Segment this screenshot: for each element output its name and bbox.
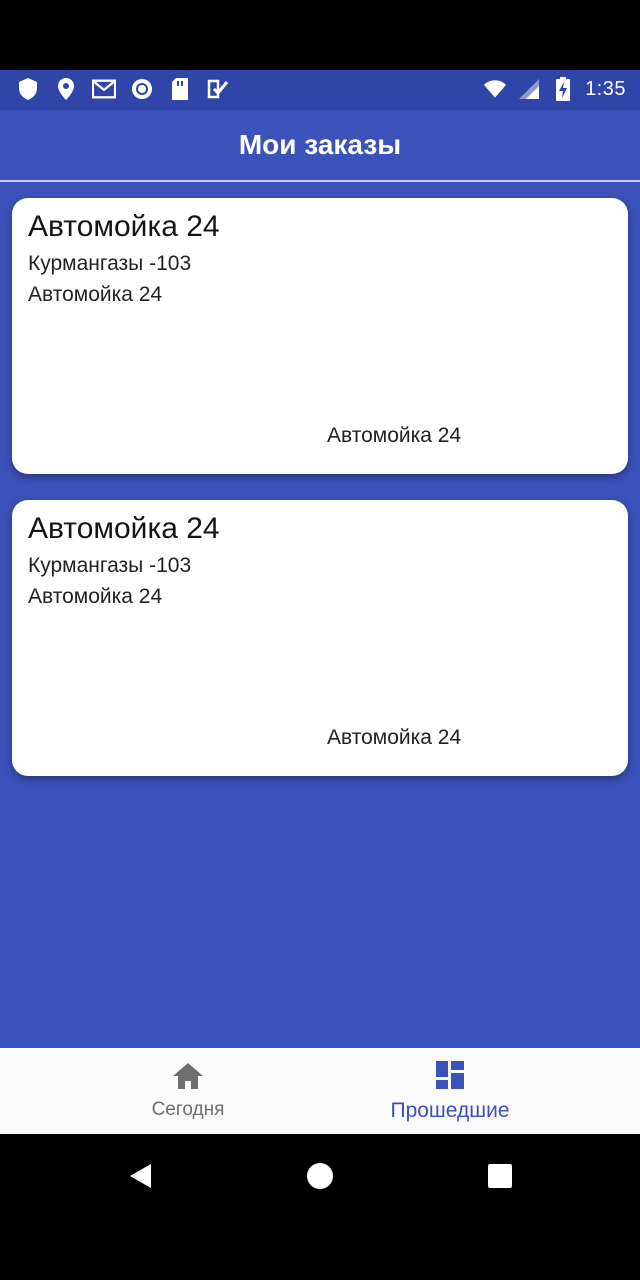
status-time: 1:35 bbox=[585, 77, 626, 100]
circle-app-icon bbox=[130, 77, 154, 101]
nav-tab-today-label: Сегодня bbox=[151, 1098, 225, 1120]
order-address: Курмангазы -103 bbox=[28, 252, 192, 275]
order-footer: Автомойка 24 bbox=[327, 424, 462, 447]
order-footer: Автомойка 24 bbox=[327, 726, 462, 749]
order-address: Курмангазы -103 bbox=[28, 554, 192, 577]
orders-list: Автомойка 24 Курмангазы -103 Автомойка 2… bbox=[0, 182, 640, 1048]
back-icon[interactable] bbox=[120, 1156, 160, 1196]
order-title: Автомойка 24 bbox=[28, 210, 220, 243]
bottom-navigation: Сегодня Прошедшие bbox=[0, 1048, 640, 1134]
status-right-icons: 1:35 bbox=[483, 77, 626, 101]
nav-tab-today[interactable]: Сегодня bbox=[58, 1048, 318, 1134]
order-title: Автомойка 24 bbox=[28, 512, 220, 545]
order-card[interactable]: Автомойка 24 Курмангазы -103 Автомойка 2… bbox=[12, 500, 628, 776]
home-circle-icon[interactable] bbox=[300, 1156, 340, 1196]
order-subtitle: Автомойка 24 bbox=[28, 585, 163, 608]
sd-card-icon bbox=[168, 77, 192, 101]
dashboard-icon bbox=[435, 1060, 465, 1095]
nav-tab-past-label: Прошедшие bbox=[390, 1098, 510, 1122]
shield-icon bbox=[16, 77, 40, 101]
page-title: Мои заказы bbox=[238, 129, 402, 160]
location-icon bbox=[54, 77, 78, 101]
gmail-icon bbox=[92, 77, 116, 101]
home-icon bbox=[172, 1062, 204, 1095]
battery-charging-icon bbox=[551, 77, 575, 101]
recents-icon[interactable] bbox=[480, 1156, 520, 1196]
task-check-icon bbox=[206, 77, 230, 101]
wifi-icon bbox=[483, 77, 507, 101]
signal-icon bbox=[517, 77, 541, 101]
system-navigation-bar bbox=[0, 1134, 640, 1280]
order-subtitle: Автомойка 24 bbox=[28, 283, 163, 306]
nav-tab-past[interactable]: Прошедшие bbox=[320, 1048, 580, 1134]
app-bar: Мои заказы bbox=[0, 110, 640, 182]
status-bar: 1:35 bbox=[0, 70, 640, 110]
order-card[interactable]: Автомойка 24 Курмангазы -103 Автомойка 2… bbox=[12, 198, 628, 474]
status-left-icons bbox=[16, 77, 230, 101]
top-black-area bbox=[0, 0, 640, 70]
